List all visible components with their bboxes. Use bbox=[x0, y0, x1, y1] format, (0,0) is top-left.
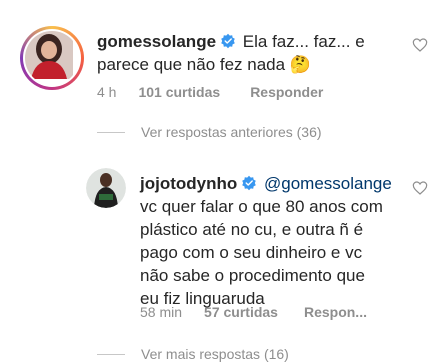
comment-meta: 4 h 101 curtidas Responder bbox=[97, 84, 323, 100]
comment-body: gomessolange Ela faz... faz... e parece … bbox=[97, 30, 387, 76]
comment-time: 4 h bbox=[97, 84, 117, 100]
avatar-jojotodynho[interactable] bbox=[86, 168, 126, 208]
divider bbox=[97, 353, 125, 355]
comment-username[interactable]: gomessolange bbox=[97, 32, 216, 51]
reply-likes[interactable]: 57 curtidas bbox=[204, 304, 278, 320]
reply-body: jojotodynho @gomessolange vc quer falar … bbox=[140, 172, 410, 310]
mention-link[interactable]: @gomessolange bbox=[264, 174, 392, 193]
like-heart-icon[interactable] bbox=[412, 37, 428, 53]
divider bbox=[97, 131, 125, 133]
verified-icon bbox=[221, 33, 235, 49]
thinking-emoji: 🤔 bbox=[289, 55, 312, 74]
comment-likes[interactable]: 101 curtidas bbox=[138, 84, 220, 100]
profile-photo bbox=[25, 31, 79, 85]
comment-text-line2: parece que não fez nada bbox=[97, 55, 286, 74]
reply-time: 58 min bbox=[140, 304, 183, 320]
reply-username[interactable]: jojotodynho bbox=[140, 174, 237, 193]
profile-photo bbox=[86, 168, 126, 208]
like-heart-icon[interactable] bbox=[412, 180, 428, 196]
view-previous-replies-label: Ver respostas anteriores (36) bbox=[141, 124, 322, 140]
reply-text-line: plástico até no cu, e outra ñ é bbox=[140, 220, 364, 239]
avatar-gomessolange[interactable] bbox=[20, 26, 84, 90]
verified-icon bbox=[242, 175, 257, 191]
view-previous-replies[interactable]: Ver respostas anteriores (36) bbox=[97, 124, 322, 140]
comment-text-line1: Ela faz... faz... e bbox=[242, 32, 365, 51]
reply-button[interactable]: Respon... bbox=[304, 304, 367, 320]
reply-text-line: pago com o seu dinheiro e vc bbox=[140, 243, 363, 262]
reply-text-line: não sabe o procedimento que bbox=[140, 266, 365, 285]
reply-text-line: vc quer falar o que 80 anos com bbox=[140, 197, 383, 216]
reply-meta: 58 min 57 curtidas Respon... bbox=[140, 304, 367, 320]
reply-button[interactable]: Responder bbox=[250, 84, 323, 100]
